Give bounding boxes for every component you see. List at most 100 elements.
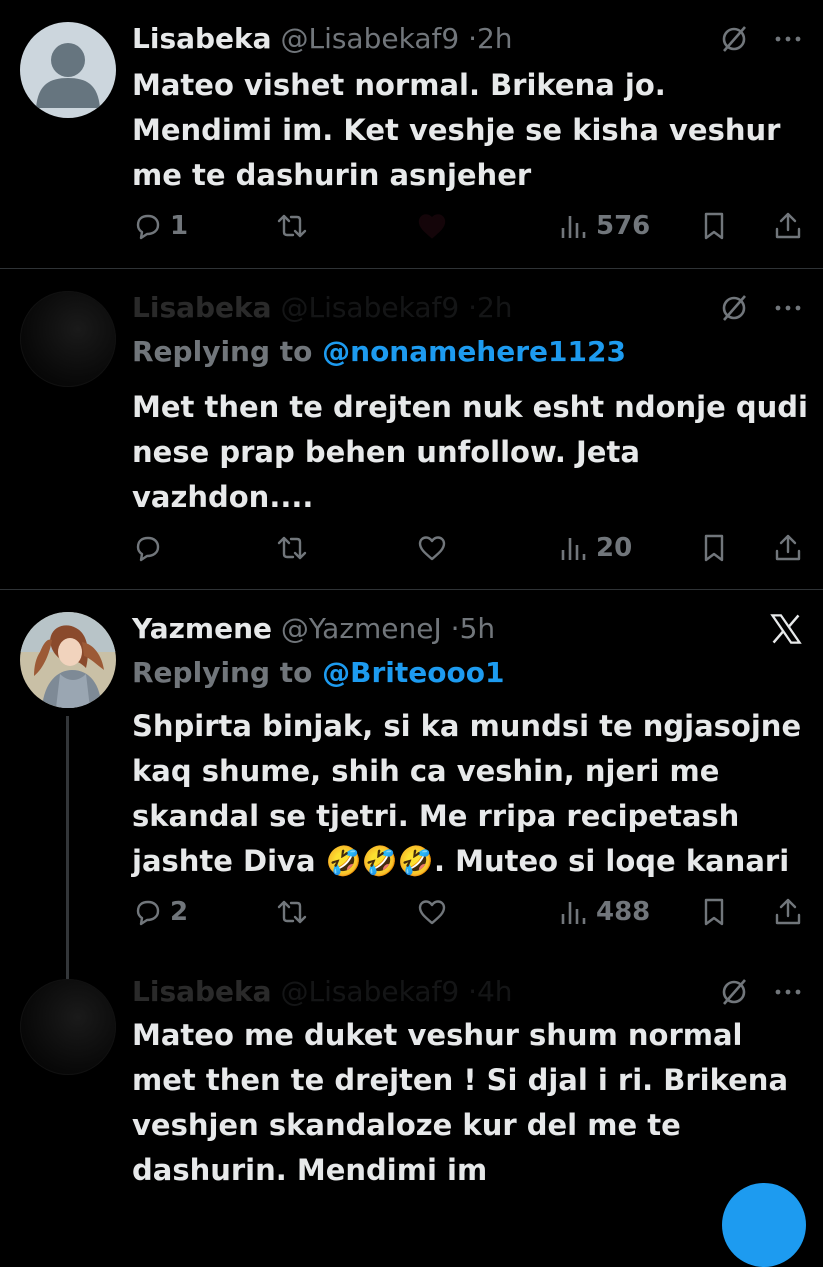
replying-prefix: Replying to <box>132 656 313 689</box>
more-icon[interactable] <box>773 977 803 1007</box>
tweet-actions: 2 488 <box>132 892 804 932</box>
tweet-text-line: dashurin. Mendimi im <box>132 1153 488 1187</box>
bookmark-icon <box>704 212 724 240</box>
retweet-button[interactable] <box>276 892 308 932</box>
reply-button[interactable]: 1 <box>132 206 188 246</box>
timestamp[interactable]: 5h <box>460 612 496 645</box>
more-icon[interactable] <box>773 24 803 54</box>
tweet-header: Lisabeka @Lisabekaf9 ·2h <box>132 22 513 55</box>
compose-button[interactable] <box>722 1183 806 1267</box>
retweet-icon <box>277 214 307 238</box>
like-button[interactable] <box>416 528 448 568</box>
author-handle[interactable]: @Lisabekaf9 <box>280 975 459 1008</box>
tweet-text: Mateo vishet normal. Brikena jo. Mendimi… <box>132 63 812 198</box>
tweet-header: Lisabeka @Lisabekaf9 ·4h <box>132 975 513 1008</box>
separator-dot: · <box>468 291 477 324</box>
author-name[interactable]: Lisabeka <box>132 22 272 55</box>
tweet-text-line: Mateo me duket veshur shum normal <box>132 1018 743 1052</box>
bookmark-icon <box>704 534 724 562</box>
anime-girl-avatar-icon <box>20 612 116 708</box>
views-count: 576 <box>596 211 651 241</box>
views-button[interactable]: 488 <box>558 892 650 932</box>
replying-mention[interactable]: @nonamehere1123 <box>322 335 626 368</box>
tweet-3[interactable]: Yazmene @YazmeneJ ·5h Replying to @Brite… <box>0 590 823 975</box>
tweet-2[interactable]: Lisabeka @Lisabekaf9 ·2h Replying to @no… <box>0 269 823 589</box>
reply-count: 1 <box>170 211 189 241</box>
views-icon <box>561 902 586 924</box>
replying-to: Replying to @Briteooo1 <box>132 656 504 689</box>
replying-prefix: Replying to <box>132 335 313 368</box>
author-name[interactable]: Lisabeka <box>132 291 272 324</box>
like-icon <box>418 536 446 561</box>
replying-mention[interactable]: @Briteooo1 <box>322 656 504 689</box>
retweet-button[interactable] <box>276 206 308 246</box>
reply-button[interactable]: 2 <box>132 892 188 932</box>
separator-dot: · <box>450 612 460 645</box>
retweet-icon <box>277 900 307 924</box>
tweet-text-segment: . Muteo si loqe kanari <box>433 844 790 878</box>
tweet-text-line: me te dashurin asnjeher <box>132 158 532 192</box>
tweet-header: Lisabeka @Lisabekaf9 ·2h <box>132 291 513 324</box>
hidden-eye-icon[interactable] <box>719 977 749 1007</box>
tweet-top-icons <box>719 977 803 1007</box>
author-name[interactable]: Lisabeka <box>132 975 272 1008</box>
rolling-laughing-emoji: 🤣🤣🤣 <box>325 844 434 878</box>
tweet-text-line: veshjen skandaloze kur del me te <box>132 1108 681 1142</box>
hidden-eye-icon[interactable] <box>719 293 749 323</box>
timestamp[interactable]: 2h <box>477 22 513 55</box>
tweet-text: Mateo me duket veshur shum normal met th… <box>132 1013 812 1193</box>
reply-icon <box>136 536 160 562</box>
bookmark-button[interactable] <box>698 528 730 568</box>
tweet-text-line: Met then te drejten nuk esht ndonje qudi <box>132 390 808 424</box>
reply-icon <box>136 900 160 926</box>
reply-button[interactable] <box>132 528 164 568</box>
tweet-text-line: Mateo vishet normal. Brikena jo. <box>132 68 666 102</box>
views-button[interactable]: 576 <box>558 206 650 246</box>
timestamp[interactable]: 4h <box>477 975 513 1008</box>
tweet-1[interactable]: Lisabeka @Lisabekaf9 ·2h Mateo vishet no… <box>0 0 823 268</box>
author-handle[interactable]: @Lisabekaf9 <box>280 22 459 55</box>
bookmark-button[interactable] <box>698 206 730 246</box>
share-button[interactable] <box>772 528 804 568</box>
avatar-dark[interactable] <box>20 291 116 387</box>
like-button[interactable] <box>416 206 448 246</box>
tweet-4[interactable]: Lisabeka @Lisabekaf9 ·4h Mateo me duket … <box>0 975 823 1200</box>
like-icon <box>418 900 446 925</box>
reply-count: 2 <box>170 897 189 927</box>
avatar-dark[interactable] <box>20 979 116 1075</box>
hidden-eye-icon[interactable] <box>719 24 749 54</box>
retweet-button[interactable] <box>276 528 308 568</box>
tweet-text-line: jashte Diva 🤣🤣🤣. Muteo si loqe kanari <box>132 839 812 884</box>
timestamp[interactable]: 2h <box>477 291 513 324</box>
share-button[interactable] <box>772 892 804 932</box>
views-icon <box>561 538 586 560</box>
tweet-top-icons <box>719 293 803 323</box>
tweet-top-icons <box>719 24 803 54</box>
bookmark-icon <box>704 898 724 926</box>
separator-dot: · <box>468 975 477 1008</box>
tweet-text-segment: jashte Diva <box>132 844 326 878</box>
share-button[interactable] <box>772 206 804 246</box>
like-button[interactable] <box>416 892 448 932</box>
tweet-text-line: kaq shume, shih ca veshin, njeri me <box>132 754 720 788</box>
tweet-actions: 1 576 <box>132 206 804 246</box>
x-logo-icon[interactable] <box>769 612 803 646</box>
views-icon <box>561 216 586 238</box>
avatar-yazmene[interactable] <box>20 612 116 708</box>
default-avatar-icon <box>36 43 100 108</box>
tweet-text: Met then te drejten nuk esht ndonje qudi… <box>132 385 812 520</box>
tweet-top-icons <box>769 612 803 646</box>
author-handle[interactable]: @Lisabekaf9 <box>280 291 459 324</box>
views-button[interactable]: 20 <box>558 528 632 568</box>
avatar-default[interactable] <box>20 22 116 118</box>
author-handle[interactable]: @YazmeneJ <box>281 612 442 645</box>
author-name[interactable]: Yazmene <box>132 612 272 645</box>
share-icon <box>775 534 801 561</box>
replying-to: Replying to @nonamehere1123 <box>132 335 626 368</box>
tweet-text-line: vazhdon.... <box>132 480 314 514</box>
bookmark-button[interactable] <box>698 892 730 932</box>
views-count: 20 <box>596 533 633 563</box>
more-icon[interactable] <box>773 293 803 323</box>
tweet-text-line: skandal se tjetri. Me rripa recipetash <box>132 799 740 833</box>
tweet-text: Shpirta binjak, si ka mundsi te ngjasojn… <box>132 704 812 884</box>
